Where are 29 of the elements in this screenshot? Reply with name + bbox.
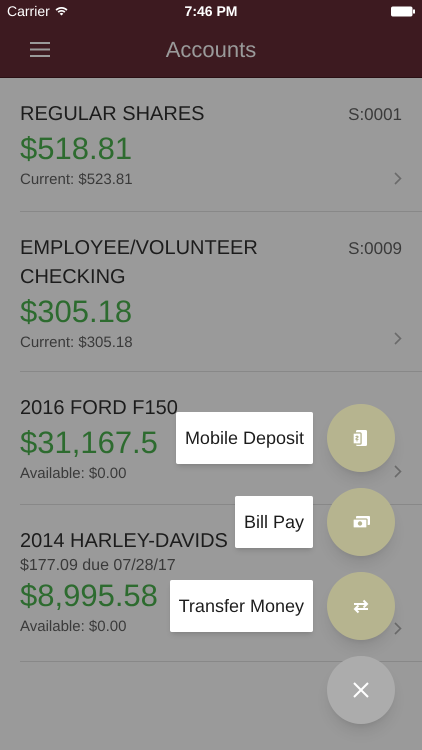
- balance-detail: Current: $305.18: [20, 333, 133, 353]
- screen-title: Accounts: [166, 36, 256, 64]
- balance-detail: Current: $523.81: [20, 170, 133, 190]
- menu-icon: [30, 42, 50, 57]
- chevron-icon: [394, 622, 402, 635]
- carrier-label: Carrier: [7, 2, 50, 20]
- clock-time: 7:46 PM: [184, 2, 238, 20]
- due-text: $177.09 due 07/28/17: [20, 556, 176, 576]
- account-name: REGULAR SHARES: [20, 102, 204, 127]
- action-label[interactable]: Bill Pay: [234, 496, 313, 548]
- account-name: EMPLOYEE/VOLUNTEER CHECKING: [20, 236, 259, 290]
- account-name: 2014 HARLEY-DAVIDS: [20, 529, 228, 554]
- chevron-icon: [394, 172, 402, 185]
- balance-amount: $8,995.58: [20, 577, 158, 615]
- chevron-icon: [394, 465, 402, 478]
- chevron-icon: [394, 332, 402, 345]
- account-number: S:0001: [348, 104, 402, 126]
- account-name: 2016 FORD F150: [20, 396, 178, 421]
- balance-detail: Available: $0.00: [20, 617, 126, 637]
- wifi-icon: [54, 6, 68, 16]
- action-label[interactable]: Mobile Deposit: [176, 412, 313, 464]
- balance-amount: $305.18: [20, 293, 132, 331]
- battery-icon: [391, 6, 415, 16]
- balance-amount: $518.81: [20, 130, 132, 168]
- balance-detail: Available: $0.00: [20, 464, 126, 484]
- close-icon: [353, 682, 369, 698]
- balance-amount: $31,167.5: [20, 424, 158, 462]
- account-number: S:0009: [348, 238, 402, 260]
- action-label[interactable]: Transfer Money: [170, 580, 313, 632]
